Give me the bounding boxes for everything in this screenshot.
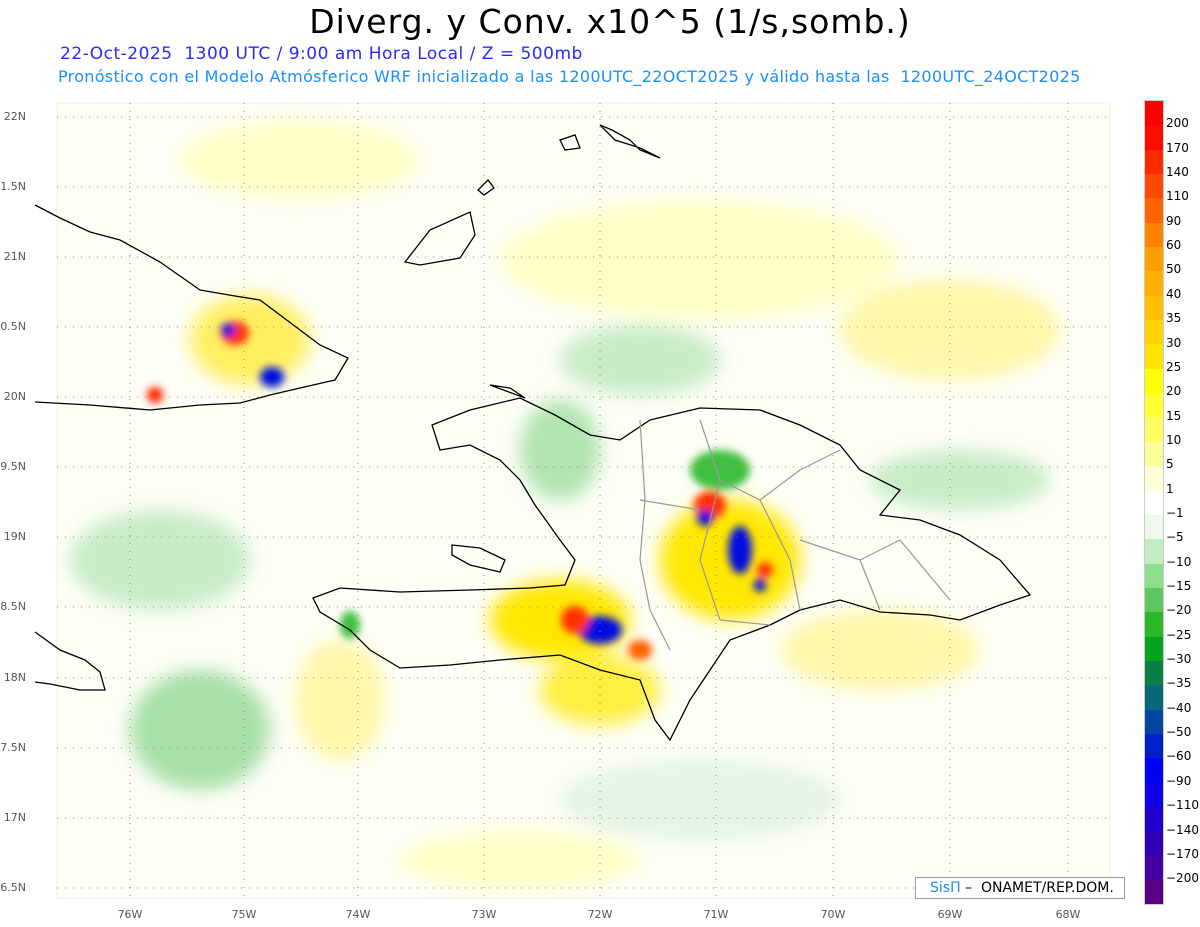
colorbar-swatch — [1145, 782, 1163, 807]
colorbar-label: 50 — [1166, 262, 1182, 277]
colorbar-label: −40 — [1166, 700, 1192, 715]
lat-label: 21N — [3, 250, 26, 263]
colorbar-label: −35 — [1166, 676, 1192, 691]
colorbar-swatch — [1145, 295, 1163, 321]
colorbar-swatch — [1145, 880, 1163, 905]
colorbar-swatch — [1145, 733, 1163, 759]
colorbar-swatch — [1145, 685, 1163, 710]
colorbar-swatch — [1145, 174, 1163, 199]
colorbar-label: −170 — [1166, 846, 1199, 861]
colorbar-swatch — [1145, 149, 1163, 175]
colorbar-swatch — [1145, 855, 1163, 880]
colorbar-swatch — [1145, 612, 1163, 637]
colorbar-label: 40 — [1166, 286, 1182, 301]
colorbar-swatch — [1145, 709, 1163, 734]
lat-label: 0.5N — [0, 320, 26, 333]
credit-box: SisΠ – ONAMET/REP.DOM. — [915, 877, 1125, 899]
colorbar-label: 5 — [1166, 457, 1174, 472]
lat-label: 7.5N — [0, 741, 26, 754]
colorbar-swatch — [1145, 831, 1163, 856]
colorbar-swatch — [1145, 636, 1163, 661]
colorbar-label: 200 — [1166, 116, 1189, 131]
brand-logo: SisΠ — [930, 880, 961, 896]
colorbar-label: 110 — [1166, 189, 1189, 204]
colorbar-label: −20 — [1166, 603, 1192, 618]
lon-label: 69W — [937, 908, 963, 921]
colorbar-label: 15 — [1166, 408, 1182, 423]
colorbar-swatch — [1145, 806, 1163, 832]
colorbar-label: −140 — [1166, 822, 1199, 837]
colorbar-swatch — [1145, 320, 1163, 345]
credit-text: – ONAMET/REP.DOM. — [960, 880, 1114, 896]
lat-label: 6.5N — [0, 881, 26, 894]
lon-label: 70W — [820, 908, 846, 921]
colorbar-swatch — [1145, 758, 1163, 783]
colorbar-label: −1 — [1166, 505, 1184, 520]
colorbar-label: −200 — [1166, 871, 1199, 886]
lat-label: 18N — [3, 671, 26, 684]
colorbar-swatch — [1145, 368, 1163, 394]
lon-label: 76W — [117, 908, 143, 921]
colorbar-swatch — [1145, 222, 1163, 248]
colorbar-swatch — [1145, 539, 1163, 564]
colorbar-label: 140 — [1166, 165, 1189, 180]
colorbar-swatch — [1145, 417, 1163, 442]
colorbar-label: −30 — [1166, 652, 1192, 667]
colorbar-swatch — [1145, 514, 1163, 540]
colorbar-label: 1 — [1166, 481, 1174, 496]
colorbar-swatch — [1145, 271, 1163, 296]
colorbar-label: 25 — [1166, 359, 1182, 374]
colorbar-swatch — [1145, 587, 1163, 613]
lon-label: 68W — [1055, 908, 1081, 921]
lat-label: 9.5N — [0, 460, 26, 473]
lat-label: 19N — [3, 530, 26, 543]
lon-label: 74W — [345, 908, 371, 921]
colorbar — [1144, 100, 1164, 906]
colorbar-swatch — [1145, 125, 1163, 150]
colorbar-label: −5 — [1166, 530, 1184, 545]
lon-label: 75W — [231, 908, 257, 921]
colorbar-swatch — [1145, 563, 1163, 588]
lat-label: 22N — [3, 110, 26, 123]
colorbar-swatch — [1145, 660, 1163, 686]
colorbar-swatch — [1145, 198, 1163, 223]
colorbar-label: −50 — [1166, 725, 1192, 740]
colorbar-swatch — [1145, 247, 1163, 272]
colorbar-label: 170 — [1166, 140, 1189, 155]
colorbar-label: 20 — [1166, 384, 1182, 399]
colorbar-swatch — [1145, 393, 1163, 418]
colorbar-label: −60 — [1166, 749, 1192, 764]
colorbar-label: 35 — [1166, 311, 1182, 326]
colorbar-label: 60 — [1166, 238, 1182, 253]
colorbar-label: 90 — [1166, 213, 1182, 228]
colorbar-label: −25 — [1166, 627, 1192, 642]
colorbar-label: −110 — [1166, 798, 1199, 813]
lat-label: 8.5N — [0, 600, 26, 613]
lat-label: 1.5N — [0, 180, 26, 193]
colorbar-label: 30 — [1166, 335, 1182, 350]
colorbar-swatch — [1145, 441, 1163, 467]
lat-label: 17N — [3, 811, 26, 824]
colorbar-label: −90 — [1166, 773, 1192, 788]
lon-label: 71W — [703, 908, 729, 921]
colorbar-label: 10 — [1166, 432, 1182, 447]
colorbar-swatch — [1145, 344, 1163, 369]
colorbar-label: −15 — [1166, 579, 1192, 593]
lon-label: 73W — [471, 908, 497, 921]
lon-label: 72W — [587, 908, 613, 921]
colorbar-label: −10 — [1166, 554, 1192, 569]
colorbar-swatch — [1145, 490, 1163, 515]
colorbar-swatch — [1145, 101, 1163, 126]
colorbar-swatch — [1145, 466, 1163, 491]
divergence-map — [34, 102, 1111, 899]
lat-label: 20N — [3, 390, 26, 403]
